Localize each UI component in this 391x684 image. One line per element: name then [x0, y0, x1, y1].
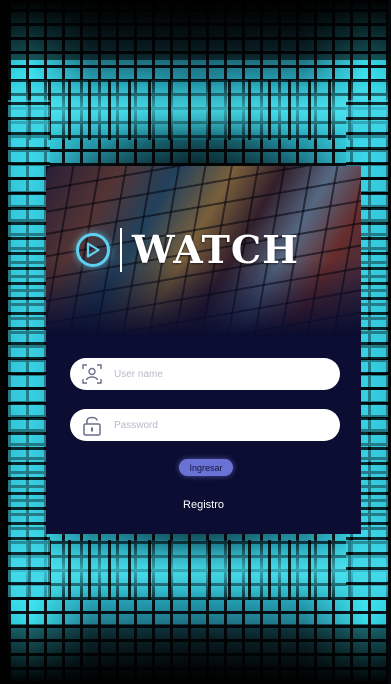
background-bottom-fade	[8, 624, 388, 684]
password-field[interactable]	[70, 409, 340, 441]
background-top-band	[8, 80, 388, 140]
login-card: WATCH Ingresar Registro	[46, 166, 361, 534]
left-edge	[0, 0, 8, 684]
username-input[interactable]	[112, 361, 316, 387]
lock-icon	[80, 413, 104, 437]
user-scan-icon	[80, 362, 104, 386]
play-circle-icon	[76, 233, 110, 267]
app-logo: WATCH	[76, 226, 299, 274]
background-left-wall	[8, 100, 50, 600]
login-button[interactable]: Ingresar	[179, 459, 233, 476]
logo-divider	[120, 228, 122, 272]
username-field[interactable]	[70, 358, 340, 390]
register-link[interactable]: Registro	[46, 499, 361, 511]
password-input[interactable]	[112, 412, 316, 438]
background-bottom-band	[8, 540, 388, 600]
background-top-fade	[8, 0, 388, 60]
logo-text: WATCH	[132, 227, 300, 272]
